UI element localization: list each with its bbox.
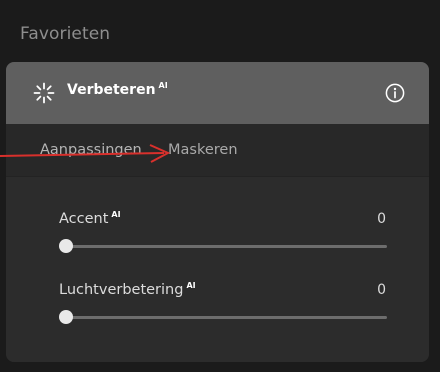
enhance-title-label: Verbeteren [67,82,156,98]
enhance-panel: Verbeteren AI Aanpassingen Maskeren Accen… [6,62,429,362]
slider-accent-value: 0 [377,211,386,227]
slider-luchtverbetering-text: Luchtverbetering [59,282,184,298]
slider-accent: Accent AI 0 [6,210,429,271]
app-root: Favorieten Verbeteren AI Aanpassingen Ma… [0,0,440,372]
ai-badge: AI [111,210,121,219]
slider-accent-track[interactable] [65,245,387,248]
slider-luchtverbetering-thumb[interactable] [59,310,73,324]
slider-luchtverbetering-track[interactable] [65,316,387,319]
tab-bar: Aanpassingen Maskeren [6,124,429,177]
ai-badge: AI [186,281,196,290]
tab-aanpassingen[interactable]: Aanpassingen [40,142,142,158]
tab-maskeren[interactable]: Maskeren [168,142,238,158]
favorites-title: Favorieten [20,24,111,44]
slider-luchtverbetering: Luchtverbetering AI 0 [6,281,429,342]
slider-accent-text: Accent [59,211,109,227]
sliders-area: Accent AI 0 Luchtverbetering AI 0 [6,177,429,362]
enhance-title: Verbeteren AI [67,81,168,98]
enhance-panel-header[interactable]: Verbeteren AI [6,62,429,124]
slider-accent-label: Accent AI [59,210,121,227]
info-icon[interactable] [385,83,405,103]
sparkle-icon [33,82,55,104]
slider-luchtverbetering-value: 0 [377,282,386,298]
slider-accent-thumb[interactable] [59,239,73,253]
slider-luchtverbetering-label: Luchtverbetering AI [59,281,196,298]
ai-badge: AI [158,81,168,90]
